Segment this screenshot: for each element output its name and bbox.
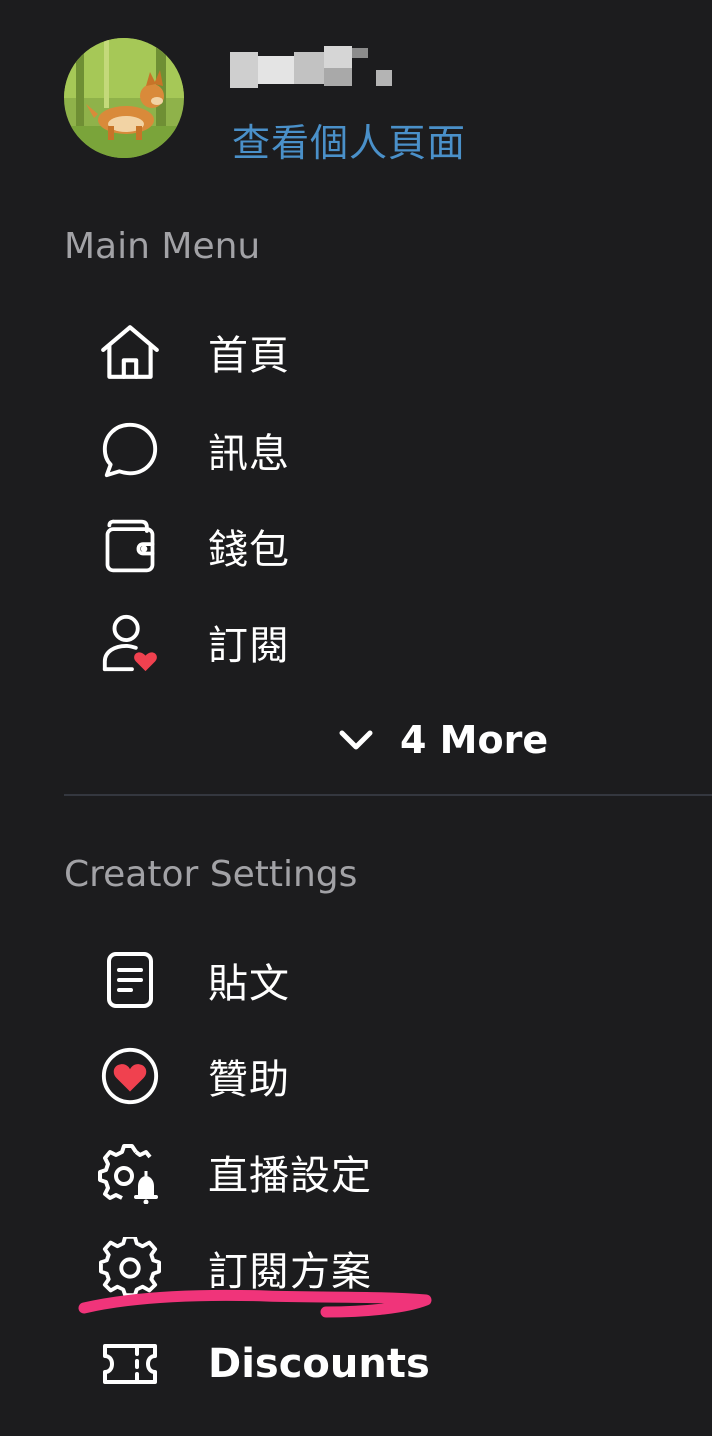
chat-bubble-icon	[92, 412, 168, 488]
menu-item-posts[interactable]: 貼文	[92, 940, 652, 1020]
section-divider	[64, 794, 712, 796]
creator-settings-header: Creator Settings	[64, 854, 358, 895]
home-icon	[92, 314, 168, 390]
menu-item-wallet[interactable]: 錢包	[92, 506, 652, 586]
menu-item-label: 貼文	[208, 961, 290, 1007]
menu-item-live-settings[interactable]: 直播設定	[92, 1132, 652, 1212]
document-icon	[92, 942, 168, 1018]
menu-item-label: 錢包	[208, 527, 290, 573]
ticket-icon	[92, 1326, 168, 1402]
menu-item-discounts[interactable]: Discounts	[92, 1324, 652, 1404]
menu-item-sponsorship[interactable]: 贊助	[92, 1036, 652, 1116]
user-heart-icon	[92, 604, 168, 680]
show-more-button[interactable]: 4 More	[336, 708, 548, 772]
menu-item-subscriptions[interactable]: 訂閱	[92, 602, 652, 682]
heart-circle-icon	[92, 1038, 168, 1114]
chevron-down-icon	[336, 726, 376, 754]
view-profile-link[interactable]: 查看個人頁面	[232, 112, 466, 167]
menu-item-home[interactable]: 首頁	[92, 312, 652, 392]
username-redacted	[230, 46, 400, 92]
menu-item-label: 首頁	[208, 333, 290, 379]
menu-item-label: 訊息	[208, 431, 290, 477]
menu-item-label: 直播設定	[208, 1153, 372, 1199]
menu-item-messages[interactable]: 訊息	[92, 410, 652, 490]
wallet-icon	[92, 508, 168, 584]
menu-item-label: 訂閱	[208, 623, 290, 669]
main-menu-header: Main Menu	[64, 226, 261, 267]
menu-item-label: Discounts	[208, 1341, 430, 1387]
menu-item-label: 贊助	[208, 1057, 290, 1103]
avatar-image	[64, 38, 184, 158]
show-more-label: 4 More	[400, 718, 549, 762]
avatar[interactable]	[64, 38, 184, 158]
gear-bell-icon	[92, 1134, 168, 1210]
highlight-underline	[78, 1289, 432, 1318]
